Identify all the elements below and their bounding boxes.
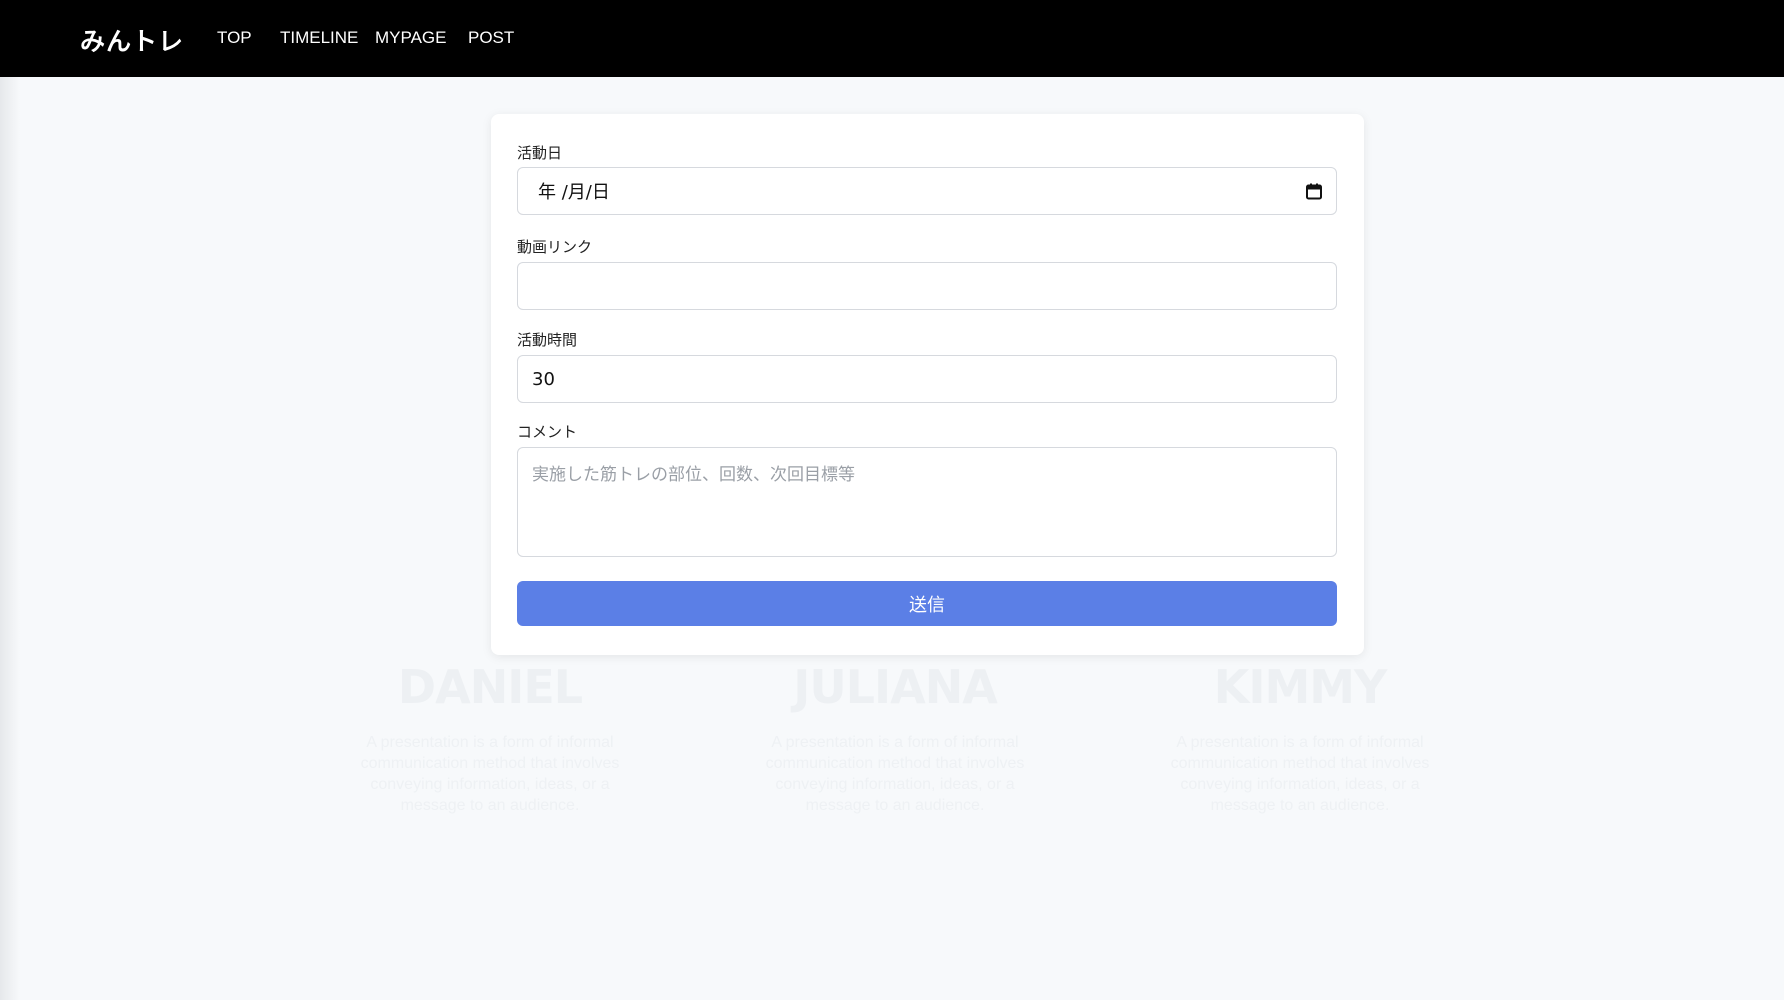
background-team-section: DANIEL A presentation is a form of infor… <box>300 660 1520 860</box>
background-card-juliana: JULIANA A presentation is a form of info… <box>745 660 1045 816</box>
activity-time-input[interactable]: 30 <box>517 355 1337 403</box>
background-card-text: A presentation is a form of informal com… <box>360 734 620 814</box>
date-value: 年 /月/日 <box>538 182 610 203</box>
nav-link-top[interactable]: TOP <box>217 28 252 48</box>
navbar: みんトレ TOP TIMELINE MYPAGE POST <box>0 0 1784 77</box>
brand-logo[interactable]: みんトレ <box>80 22 184 58</box>
background-card-name: KIMMY <box>1213 660 1388 714</box>
comment-textarea[interactable]: 実施した筋トレの部位、回数、次回目標等 <box>517 447 1337 557</box>
background-card-daniel: DANIEL A presentation is a form of infor… <box>340 660 640 816</box>
comment-label: コメント <box>517 423 578 441</box>
video-link-input[interactable] <box>517 262 1337 310</box>
nav-link-mypage[interactable]: MYPAGE <box>375 28 446 48</box>
post-form: 活動日 年 /月/日 動画リンク 活動時間 30 コメント 実施した筋トレの部位… <box>491 114 1364 655</box>
date-label: 活動日 <box>517 144 563 162</box>
submit-button[interactable]: 送信 <box>517 581 1337 626</box>
background-card-text: A presentation is a form of informal com… <box>1170 734 1430 814</box>
activity-time-label: 活動時間 <box>517 331 578 349</box>
video-link-label: 動画リンク <box>517 238 593 256</box>
calendar-icon[interactable] <box>1306 183 1322 200</box>
date-input[interactable]: 年 /月/日 <box>517 167 1337 215</box>
background-card-name: JULIANA <box>793 660 998 714</box>
nav-link-timeline[interactable]: TIMELINE <box>280 28 358 48</box>
left-edge-shade <box>0 77 20 1000</box>
background-card-name: DANIEL <box>397 660 583 714</box>
background-card-kimmy: KIMMY A presentation is a form of inform… <box>1150 660 1450 816</box>
nav-link-post[interactable]: POST <box>468 28 514 48</box>
background-card-text: A presentation is a form of informal com… <box>765 734 1025 814</box>
